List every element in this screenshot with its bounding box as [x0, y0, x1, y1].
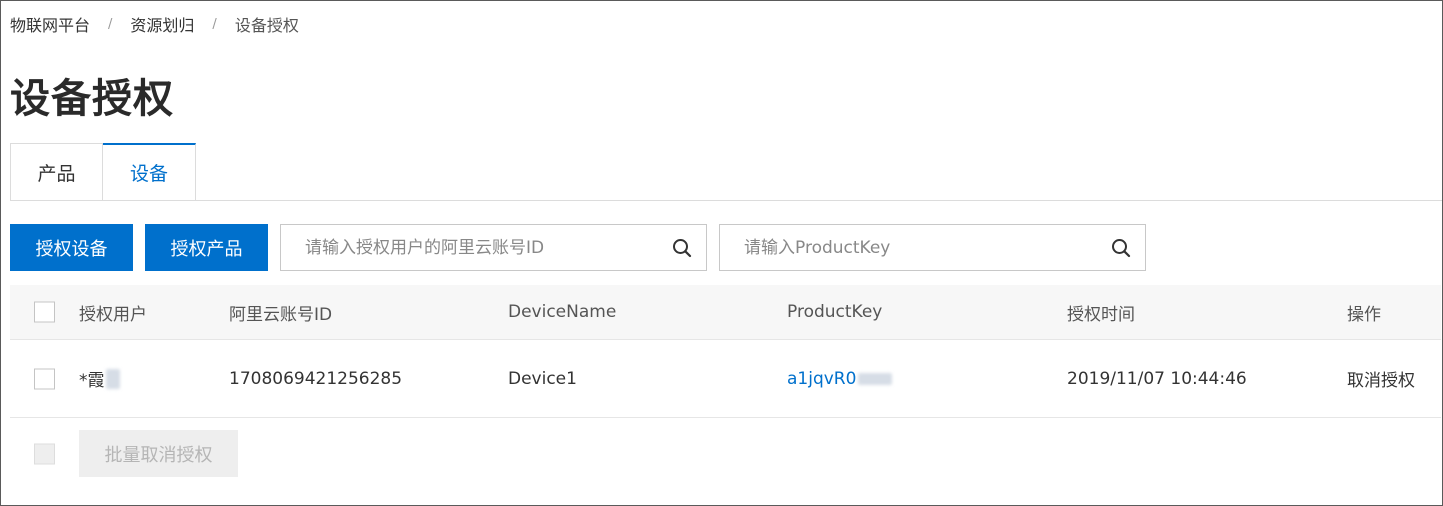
breadcrumb: 物联网平台 / 资源划归 / 设备授权	[10, 12, 299, 36]
table-header: 授权用户 阿里云账号ID DeviceName ProductKey 授权时间 …	[10, 285, 1441, 340]
column-header-auth-time: 授权时间	[1067, 304, 1135, 325]
cell-account-id: 1708069421256285	[229, 368, 403, 389]
tab-product[interactable]: 产品	[10, 143, 103, 201]
user-search-box	[280, 224, 707, 271]
batch-cancel-authorization-button[interactable]: 批量取消授权	[79, 430, 238, 477]
breadcrumb-separator: /	[108, 16, 113, 32]
productkey-search-input[interactable]	[720, 225, 1097, 270]
cell-auth-time: 2019/11/07 10:44:46	[1067, 368, 1247, 389]
column-header-user: 授权用户	[79, 304, 147, 325]
search-icon[interactable]	[1097, 225, 1145, 270]
breadcrumb-item-resource-allocation[interactable]: 资源划归	[130, 12, 194, 36]
search-icon[interactable]	[658, 225, 706, 270]
redaction-mask	[105, 368, 120, 389]
table-footer: 批量取消授权	[10, 419, 1441, 489]
productkey-search-box	[719, 224, 1146, 271]
cell-device-name: Device1	[508, 368, 577, 389]
breadcrumb-item-iot-platform[interactable]: 物联网平台	[10, 12, 90, 36]
tab-device[interactable]: 设备	[103, 143, 196, 201]
tab-bar: 产品 设备	[10, 143, 196, 201]
product-key-link[interactable]: a1jqvR0	[787, 369, 856, 389]
cell-product-key: a1jqvR0	[787, 340, 893, 417]
batch-select-checkbox[interactable]	[34, 443, 55, 465]
redaction-mask	[858, 372, 893, 385]
row-checkbox[interactable]	[34, 368, 55, 389]
user-search-input[interactable]	[281, 225, 658, 270]
authorize-product-button[interactable]: 授权产品	[145, 224, 268, 271]
authorize-device-button[interactable]: 授权设备	[10, 224, 133, 271]
breadcrumb-separator: /	[212, 16, 217, 32]
cell-user: *霞	[79, 340, 120, 417]
cancel-authorization-link[interactable]: 取消授权	[1347, 340, 1415, 417]
column-header-product-key: ProductKey	[787, 302, 883, 322]
column-header-account-id: 阿里云账号ID	[229, 304, 333, 325]
column-header-action: 操作	[1347, 304, 1381, 325]
breadcrumb-item-current: 设备授权	[234, 16, 299, 35]
table-row: *霞 1708069421256285 Device1 a1jqvR0 2019…	[10, 340, 1441, 418]
select-all-checkbox[interactable]	[34, 301, 55, 323]
column-header-device-name: DeviceName	[508, 302, 617, 322]
page-title: 设备授权	[10, 76, 174, 122]
cell-user-text: *霞	[79, 371, 105, 391]
tab-divider	[193, 200, 1442, 201]
